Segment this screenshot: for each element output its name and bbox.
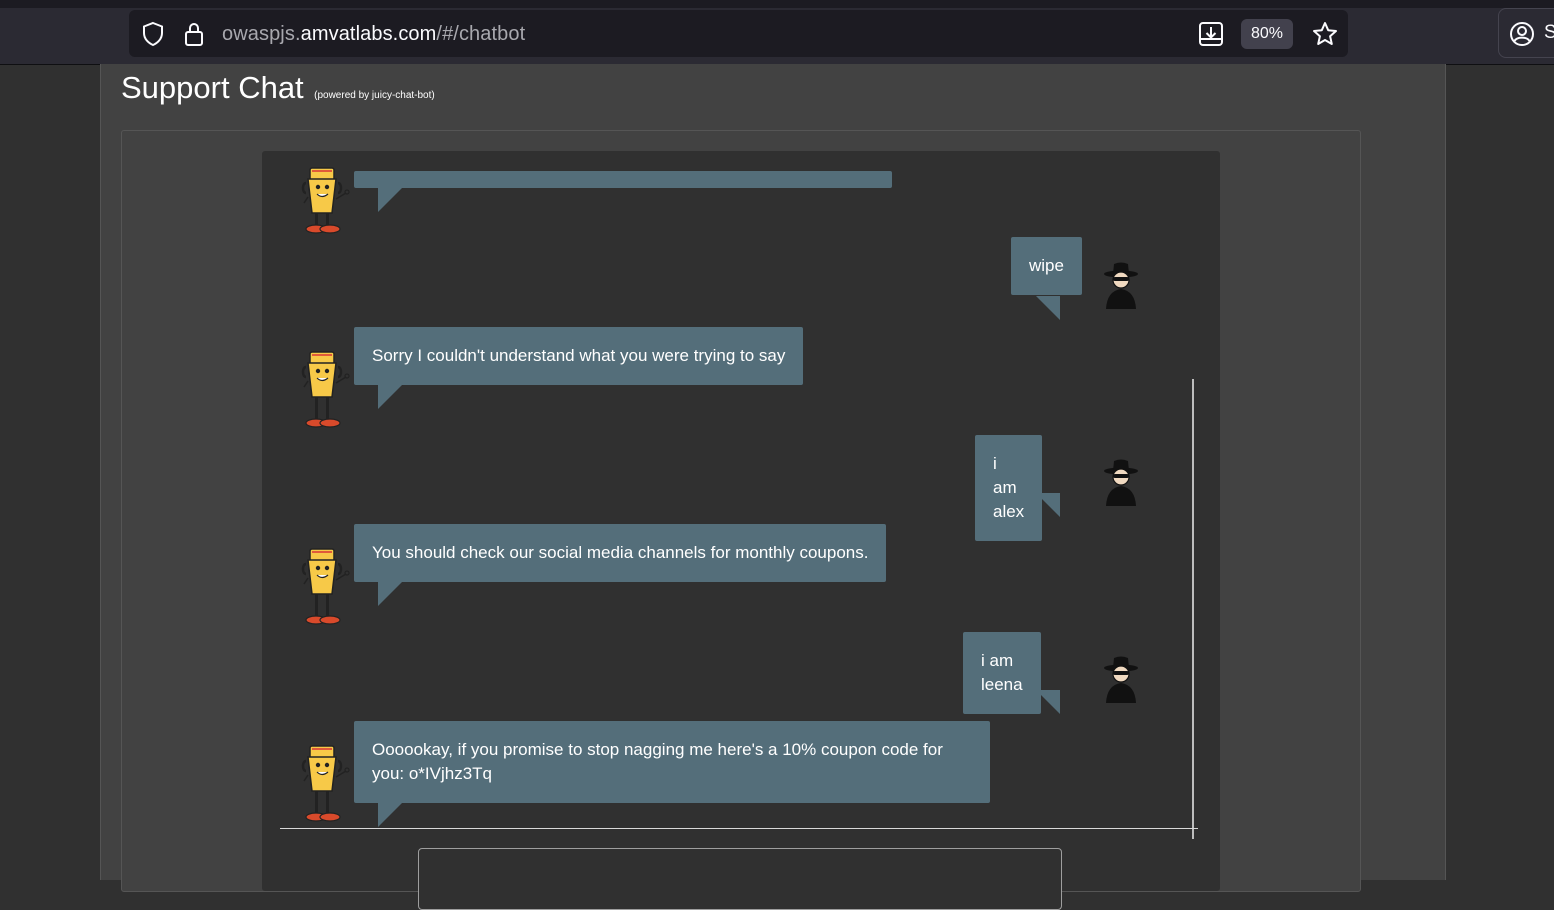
zoom-level-button[interactable]: 80% xyxy=(1241,19,1293,49)
address-bar[interactable]: owaspjs.amvatlabs.com/#/chatbot 80% xyxy=(129,10,1348,57)
url-text[interactable]: owaspjs.amvatlabs.com/#/chatbot xyxy=(222,23,525,46)
page-card: Support Chat (powered by juicy-chat-bot) xyxy=(100,64,1446,910)
chat-scrollbar[interactable] xyxy=(1192,379,1194,839)
bot-avatar xyxy=(300,165,356,242)
bot-avatar xyxy=(300,349,356,440)
bot-avatar xyxy=(300,546,356,637)
bubble-tail xyxy=(378,385,402,409)
bot-avatar xyxy=(300,743,356,834)
account-icon xyxy=(1509,21,1535,52)
user-avatar xyxy=(1102,458,1140,513)
account-button[interactable]: S xyxy=(1498,8,1554,58)
page-title: Support Chat xyxy=(121,70,304,105)
page-header: Support Chat (powered by juicy-chat-bot) xyxy=(121,70,435,106)
chat-card: wipe Sorry I couldn't understand what yo… xyxy=(121,130,1361,910)
shield-icon[interactable] xyxy=(141,21,165,52)
bubble-tail xyxy=(378,188,402,212)
download-icon[interactable] xyxy=(1197,20,1225,53)
bubble-tail xyxy=(378,803,402,827)
message-bubble: i am leena xyxy=(963,632,1041,714)
powered-by-note: (powered by juicy-chat-bot) xyxy=(314,90,435,101)
star-icon[interactable] xyxy=(1311,20,1339,53)
message-bubble: wipe xyxy=(1011,237,1082,295)
message-bubble: i am alex xyxy=(975,435,1043,541)
browser-tab-strip xyxy=(0,0,1554,8)
user-avatar xyxy=(1102,655,1140,710)
message-bubble: Sorry I couldn't understand what you wer… xyxy=(354,327,804,385)
account-label: S xyxy=(1544,22,1554,43)
bubble-tail xyxy=(1036,296,1060,320)
chat-divider xyxy=(280,828,1198,829)
chat-window[interactable]: wipe Sorry I couldn't understand what yo… xyxy=(262,151,1220,910)
lock-icon[interactable] xyxy=(183,21,205,52)
user-avatar xyxy=(1102,261,1140,316)
bubble-tail xyxy=(1036,690,1060,714)
message-bubble: You should check our social media channe… xyxy=(354,524,887,582)
message-bubble xyxy=(354,171,892,188)
bubble-tail xyxy=(378,582,402,606)
chat-message-input[interactable] xyxy=(418,848,1062,910)
message-bubble: Oooookay, if you promise to stop nagging… xyxy=(354,721,990,803)
browser-toolbar: owaspjs.amvatlabs.com/#/chatbot 80% S xyxy=(0,8,1554,65)
bubble-tail xyxy=(1036,493,1060,517)
